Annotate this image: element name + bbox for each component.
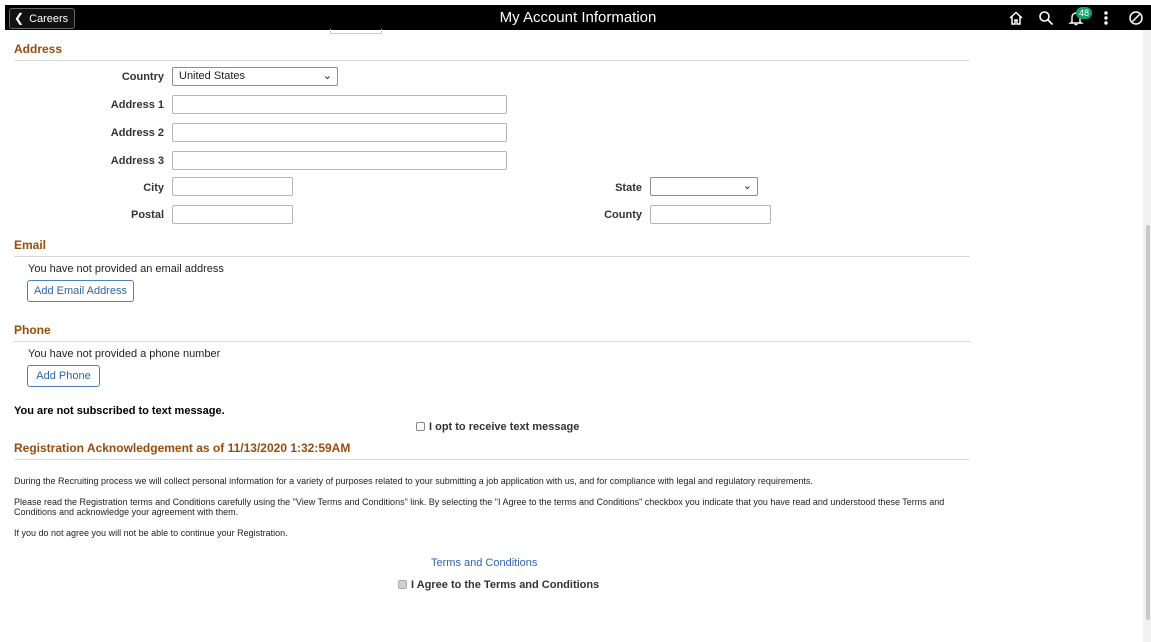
scrollbar-thumb[interactable] <box>1146 225 1150 620</box>
address1-input[interactable] <box>172 95 507 114</box>
address2-label: Address 2 <box>110 127 164 139</box>
text-opt-in-row[interactable]: I opt to receive text message <box>416 421 579 433</box>
phone-empty-message: You have not provided a phone number <box>28 348 221 360</box>
add-email-button[interactable]: Add Email Address <box>27 280 134 302</box>
city-input[interactable] <box>172 177 293 196</box>
chevron-down-icon: ⌄ <box>742 180 752 192</box>
notification-badge: 48 <box>1076 7 1093 19</box>
top-banner: ❮ Careers My Account Information 48 <box>5 5 1151 30</box>
address1-label: Address 1 <box>110 99 164 111</box>
country-select[interactable]: United States ⌄ <box>172 67 338 86</box>
page-title: My Account Information <box>499 9 657 26</box>
home-icon[interactable] <box>1006 8 1026 28</box>
notifications-icon[interactable]: 48 <box>1066 7 1093 28</box>
address2-input[interactable] <box>172 123 507 142</box>
add-phone-button[interactable]: Add Phone <box>27 365 100 387</box>
chevron-down-icon: ⌄ <box>322 70 332 82</box>
postal-label: Postal <box>130 209 164 221</box>
address3-input[interactable] <box>172 151 507 170</box>
postal-input[interactable] <box>172 205 293 224</box>
terms-and-conditions-link[interactable]: Terms and Conditions <box>431 557 537 569</box>
address-section-header: Address <box>14 42 970 61</box>
text-message-status: You are not subscribed to text message. <box>14 405 225 417</box>
registration-paragraph-2: Please read the Registration terms and C… <box>14 497 945 517</box>
registration-section-header: Registration Acknowledgement as of 11/13… <box>14 441 970 460</box>
registration-paragraph-3: If you do not agree you will not be able… <box>14 528 288 538</box>
country-label: Country <box>121 71 164 83</box>
scrolled-control-edge <box>330 29 382 34</box>
agree-terms-label: I Agree to the Terms and Conditions <box>411 579 600 591</box>
phone-section-header: Phone <box>14 323 970 342</box>
search-icon[interactable] <box>1036 8 1056 28</box>
city-label: City <box>143 182 164 194</box>
navbar-icon[interactable] <box>1126 8 1146 28</box>
state-select[interactable]: ⌄ <box>650 177 758 196</box>
email-empty-message: You have not provided an email address <box>28 263 224 275</box>
text-opt-in-label: I opt to receive text message <box>429 421 580 433</box>
registration-paragraph-1: During the Recruiting process we will co… <box>14 476 813 486</box>
address3-label: Address 3 <box>110 155 164 167</box>
actions-menu-icon[interactable] <box>1096 8 1116 28</box>
state-label: State <box>615 182 642 194</box>
county-label: County <box>604 209 642 221</box>
email-section-header: Email <box>14 238 970 257</box>
county-input[interactable] <box>650 205 771 224</box>
agree-terms-checkbox[interactable] <box>398 580 407 589</box>
agree-terms-row[interactable]: I Agree to the Terms and Conditions <box>398 579 599 591</box>
text-opt-in-checkbox[interactable] <box>416 422 425 431</box>
